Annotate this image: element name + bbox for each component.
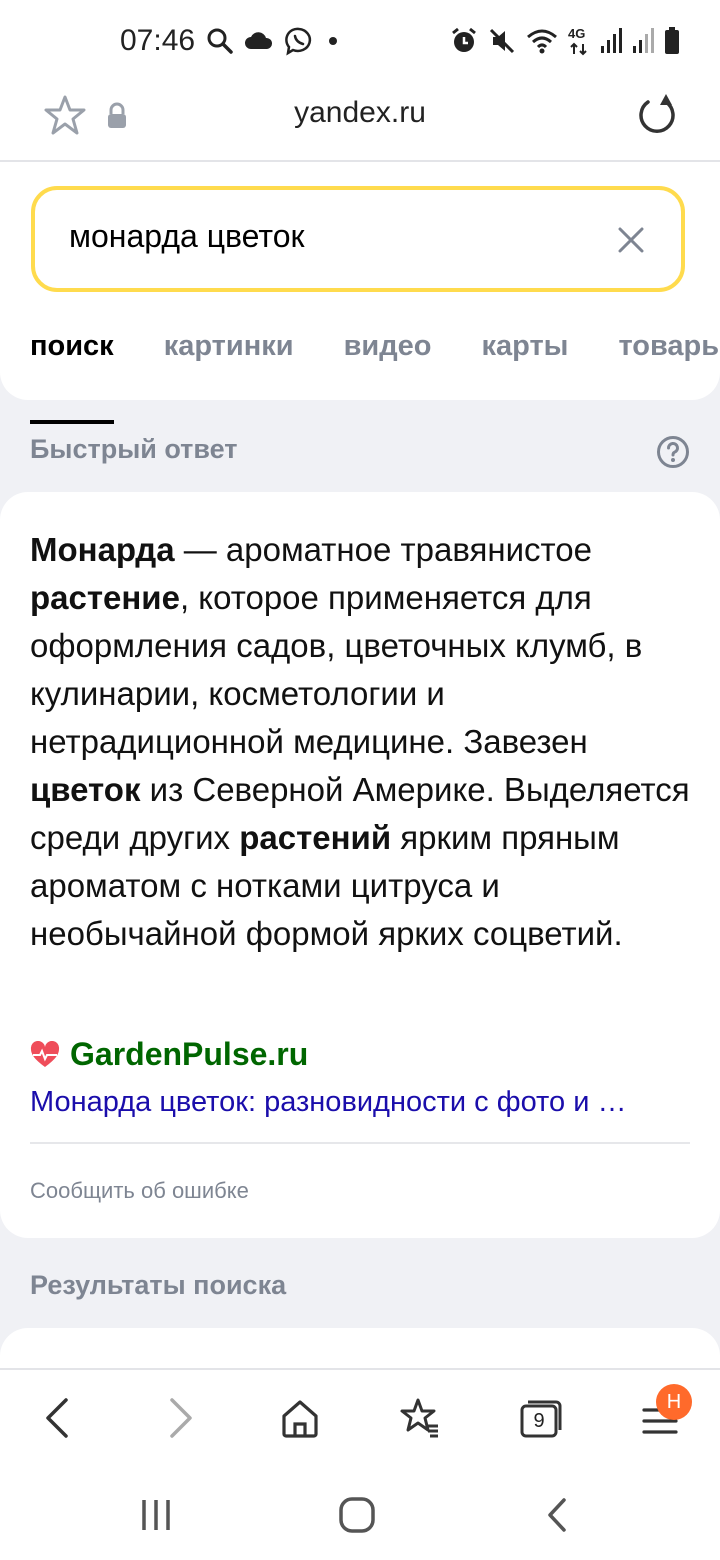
status-time: 07:46 — [120, 24, 196, 57]
clear-button[interactable] — [617, 226, 645, 259]
tabs-count: 9 — [533, 1410, 545, 1432]
wifi-icon — [527, 29, 557, 54]
quick-answer-title: Быстрый ответ — [30, 434, 238, 464]
back-button[interactable] — [42, 1396, 74, 1445]
search-box[interactable]: монарда цветок — [31, 186, 685, 292]
home-circle-icon — [339, 1497, 375, 1533]
recent-apps-icon — [142, 1500, 170, 1530]
network-label: 4G — [568, 26, 586, 41]
tab-video[interactable]: видео — [344, 330, 432, 394]
mute-icon — [489, 28, 515, 54]
source-name[interactable]: GardenPulse.ru — [70, 1036, 308, 1073]
cloud-icon — [245, 32, 273, 49]
answer-bold-term: растение — [30, 579, 180, 616]
search-input[interactable]: монарда цветок — [69, 218, 304, 255]
home-icon — [282, 1400, 318, 1438]
back-arrow-icon — [548, 1498, 566, 1532]
browser-bottom-nav: 9 Н — [0, 1368, 720, 1470]
heart-pulse-icon — [30, 1040, 60, 1067]
tab-images[interactable]: картинки — [164, 330, 294, 394]
help-button[interactable] — [656, 435, 690, 474]
bookmarks-button[interactable] — [398, 1396, 442, 1445]
tab-search[interactable]: поиск — [30, 330, 114, 424]
quick-answer-card: Монарда — ароматное травянистое растение… — [0, 492, 720, 1238]
source-row[interactable]: GardenPulse.ru — [30, 1036, 308, 1073]
notification-badge: Н — [656, 1384, 692, 1420]
source-link[interactable]: Монарда цветок: разновидности с фото и … — [30, 1086, 692, 1119]
answer-text-part: — ароматное травянистое — [174, 531, 592, 568]
search-tabs: поиск картинки видео карты товары — [30, 330, 720, 424]
search-icon — [207, 28, 233, 54]
status-bar: 07:46 4G — [0, 0, 720, 84]
status-left-icons — [206, 26, 342, 56]
report-error-link[interactable]: Сообщить об ошибке — [30, 1178, 249, 1204]
recent-apps-button[interactable] — [138, 1498, 174, 1537]
viber-icon — [285, 27, 312, 56]
url-bar: yandex.ru — [0, 84, 720, 162]
status-right-icons: 4G — [450, 26, 680, 56]
4g-icon: 4G — [568, 26, 590, 56]
reload-button[interactable] — [636, 92, 678, 141]
chevron-right-icon — [170, 1398, 192, 1438]
url-text[interactable]: yandex.ru — [0, 96, 720, 130]
chevron-left-icon — [46, 1398, 68, 1438]
help-icon — [657, 436, 689, 468]
divider — [30, 1142, 690, 1144]
answer-bold-term: Монарда — [30, 531, 175, 568]
home-button[interactable] — [280, 1396, 320, 1445]
tab-maps[interactable]: карты — [481, 330, 568, 394]
dot-icon — [329, 37, 337, 45]
quick-answer-text: Монарда — ароматное травянистое растение… — [30, 526, 694, 958]
signal-icon — [633, 28, 654, 53]
system-navigation — [0, 1468, 720, 1560]
star-list-icon — [400, 1398, 438, 1438]
forward-button[interactable] — [164, 1396, 196, 1445]
home-system-button[interactable] — [338, 1496, 376, 1539]
search-panel: монарда цветок поиск картинки видео карт… — [0, 162, 720, 424]
results-title: Результаты поиска — [30, 1270, 287, 1300]
back-system-button[interactable] — [542, 1496, 572, 1539]
answer-bold-term: растений — [239, 819, 392, 856]
answer-bold-term: цветок — [30, 771, 141, 808]
signal-icon — [601, 28, 622, 53]
alarm-icon — [452, 27, 476, 52]
battery-icon — [665, 27, 679, 54]
close-icon — [618, 227, 644, 253]
tab-products[interactable]: товары — [618, 330, 720, 394]
reload-icon — [639, 94, 675, 133]
